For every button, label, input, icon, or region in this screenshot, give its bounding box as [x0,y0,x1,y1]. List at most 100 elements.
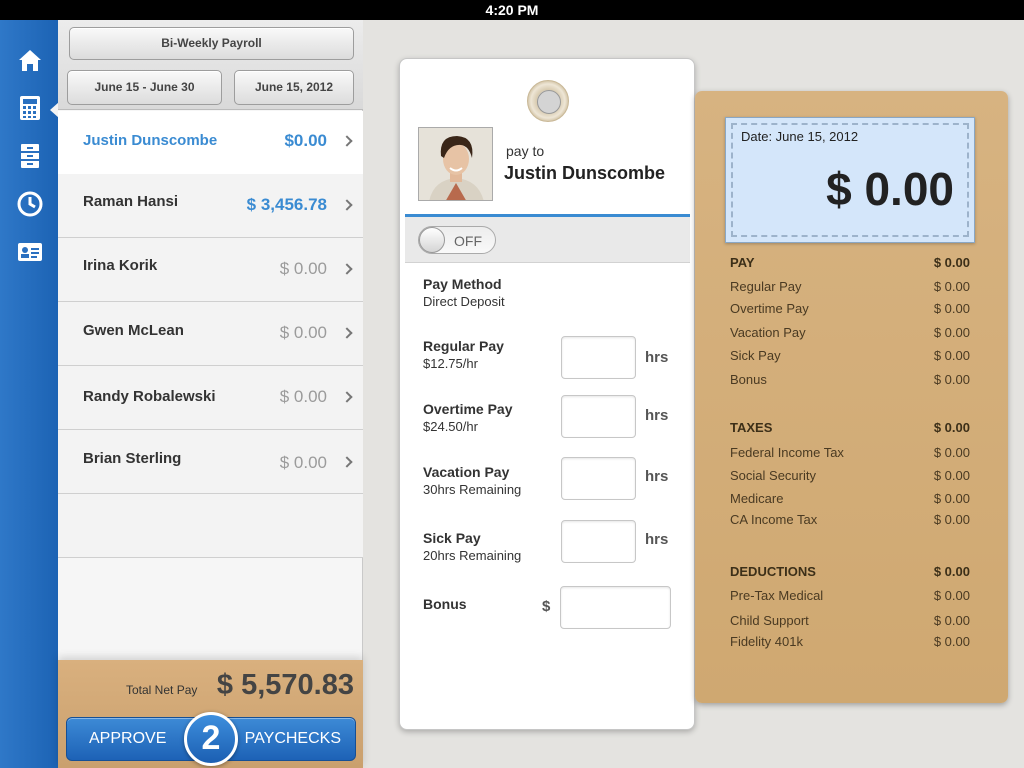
payroll-type-button[interactable]: Bi-Weekly Payroll [69,27,354,60]
pay-period-button[interactable]: June 15 - June 30 [67,70,222,105]
overtime-hours-input[interactable] [561,395,636,438]
stub-label: CA Income Tax [730,512,818,527]
stub-row: CA Income Tax $ 0.00 [730,512,970,527]
employee-amount: $ 0.00 [279,387,327,406]
chevron-right-icon [341,135,353,147]
hrs-unit: hrs [645,531,669,548]
list-header: Bi-Weekly Payroll June 15 - June 30 June… [58,20,363,110]
pay-section-header: PAY $ 0.00 [730,255,970,270]
stub-label: Regular Pay [730,279,802,294]
toggle-bar: OFF [405,217,690,263]
stub-value: $ 0.00 [933,588,970,603]
employee-row[interactable]: Irina Korik $ 0.00 [58,238,363,302]
stub-row: Regular Pay $ 0.00 [730,279,970,294]
clock-icon[interactable] [16,190,44,218]
regular-hours-input[interactable] [561,336,636,379]
regular-pay-label: Regular Pay [423,338,504,354]
pay-date-button[interactable]: June 15, 2012 [234,70,354,105]
stub-value: $ 0.00 [933,301,970,316]
total-net-pay-value: $ 5,570.83 [216,669,354,701]
overtime-pay-label: Overtime Pay [423,401,513,417]
vacation-pay-label: Vacation Pay [423,464,510,480]
chevron-right-icon [341,199,353,211]
hrs-unit: hrs [645,349,669,366]
section-title: PAY [730,255,755,270]
employee-row[interactable]: Gwen McLean $ 0.00 [58,302,363,366]
list-footer: Total Net Pay $ 5,570.83 APPROVE 2 PAYCH… [58,660,363,768]
side-nav [0,20,59,768]
employee-amount: $ 3,456.78 [246,195,327,214]
employee-detail-card: pay to Justin Dunscombe OFF Pay Method D… [399,58,695,730]
stub-label: Federal Income Tax [730,445,844,460]
stub-row: Vacation Pay $ 0.00 [730,325,970,340]
toggle-knob [419,227,445,253]
employee-row[interactable]: Raman Hansi $ 3,456.78 [58,174,363,238]
stub-row: Child Support $ 0.00 [730,613,970,628]
stub-label: Child Support [730,613,809,628]
check-date: Date: June 15, 2012 [741,129,859,144]
pay-toggle[interactable]: OFF [418,226,496,254]
stub-row: Pre-Tax Medical $ 0.00 [730,588,970,603]
employee-name: Raman Hansi [83,193,179,210]
pay-method-label: Pay Method [423,276,502,292]
stub-value: $ 0.00 [933,348,970,363]
employee-amount: $ 0.00 [279,259,327,278]
employee-amount: $0.00 [284,131,327,150]
file-cabinet-icon[interactable] [16,142,44,170]
approve-paychecks-button[interactable]: APPROVE 2 PAYCHECKS [66,712,356,766]
dollar-unit: $ [542,598,551,615]
status-bar: 4:20 PM [0,0,1024,20]
sick-hours-input[interactable] [561,520,636,563]
stub-label: Vacation Pay [730,325,806,340]
overtime-pay-rate: $24.50/hr [423,419,478,434]
stub-value: $ 0.00 [933,468,970,483]
regular-pay-rate: $12.75/hr [423,356,478,371]
taxes-section-header: TAXES $ 0.00 [730,420,970,435]
calculator-icon[interactable] [16,94,44,122]
stub-value: $ 0.00 [933,634,970,649]
section-title: TAXES [730,420,773,435]
pay-to-name: Justin Dunscombe [504,163,666,183]
employee-row[interactable]: Justin Dunscombe $0.00 [58,111,363,175]
stub-label: Medicare [730,491,784,506]
vacation-hours-input[interactable] [561,457,636,500]
home-icon[interactable] [16,46,44,74]
vacation-remaining: 30hrs Remaining [423,482,522,497]
hrs-unit: hrs [645,407,669,424]
stub-row: Medicare $ 0.00 [730,491,970,506]
employee-name: Irina Korik [83,257,158,274]
card-ring-icon [527,80,569,122]
stub-row: Federal Income Tax $ 0.00 [730,445,970,460]
employee-row[interactable]: Randy Robalewski $ 0.00 [58,366,363,430]
employee-card-icon[interactable] [16,238,44,266]
stub-value: $ 0.00 [933,512,970,527]
stub-label: Social Security [730,468,816,483]
status-time: 4:20 PM [485,2,539,18]
pay-to-label: pay to [506,143,545,159]
pay-method-value: Direct Deposit [423,294,505,309]
employee-amount: $ 0.00 [279,453,327,472]
bonus-input[interactable] [560,586,671,629]
avatar [418,127,493,201]
employee-name: Gwen McLean [83,322,184,339]
paycheck-count-badge: 2 [184,712,238,766]
empty-row [58,494,363,558]
stub-value: $ 0.00 [933,325,970,340]
chevron-right-icon [341,327,353,339]
stub-value: $ 0.00 [933,279,970,294]
employee-name: Brian Sterling [83,450,182,467]
toggle-label: OFF [454,233,482,249]
section-total: $ 0.00 [933,420,970,435]
employee-row[interactable]: Brian Sterling $ 0.00 [58,430,363,494]
employee-amount: $ 0.00 [279,323,327,342]
bonus-label: Bonus [423,596,467,612]
stub-value: $ 0.00 [933,372,970,387]
chevron-right-icon [341,263,353,275]
chevron-right-icon [341,391,353,403]
employee-name: Justin Dunscombe [83,132,218,149]
approve-label: APPROVE [89,730,167,747]
stub-row: Sick Pay $ 0.00 [730,348,970,363]
stub-row: Bonus $ 0.00 [730,372,970,387]
sick-remaining: 20hrs Remaining [423,548,522,563]
check-amount: $ 0.00 [826,163,954,215]
